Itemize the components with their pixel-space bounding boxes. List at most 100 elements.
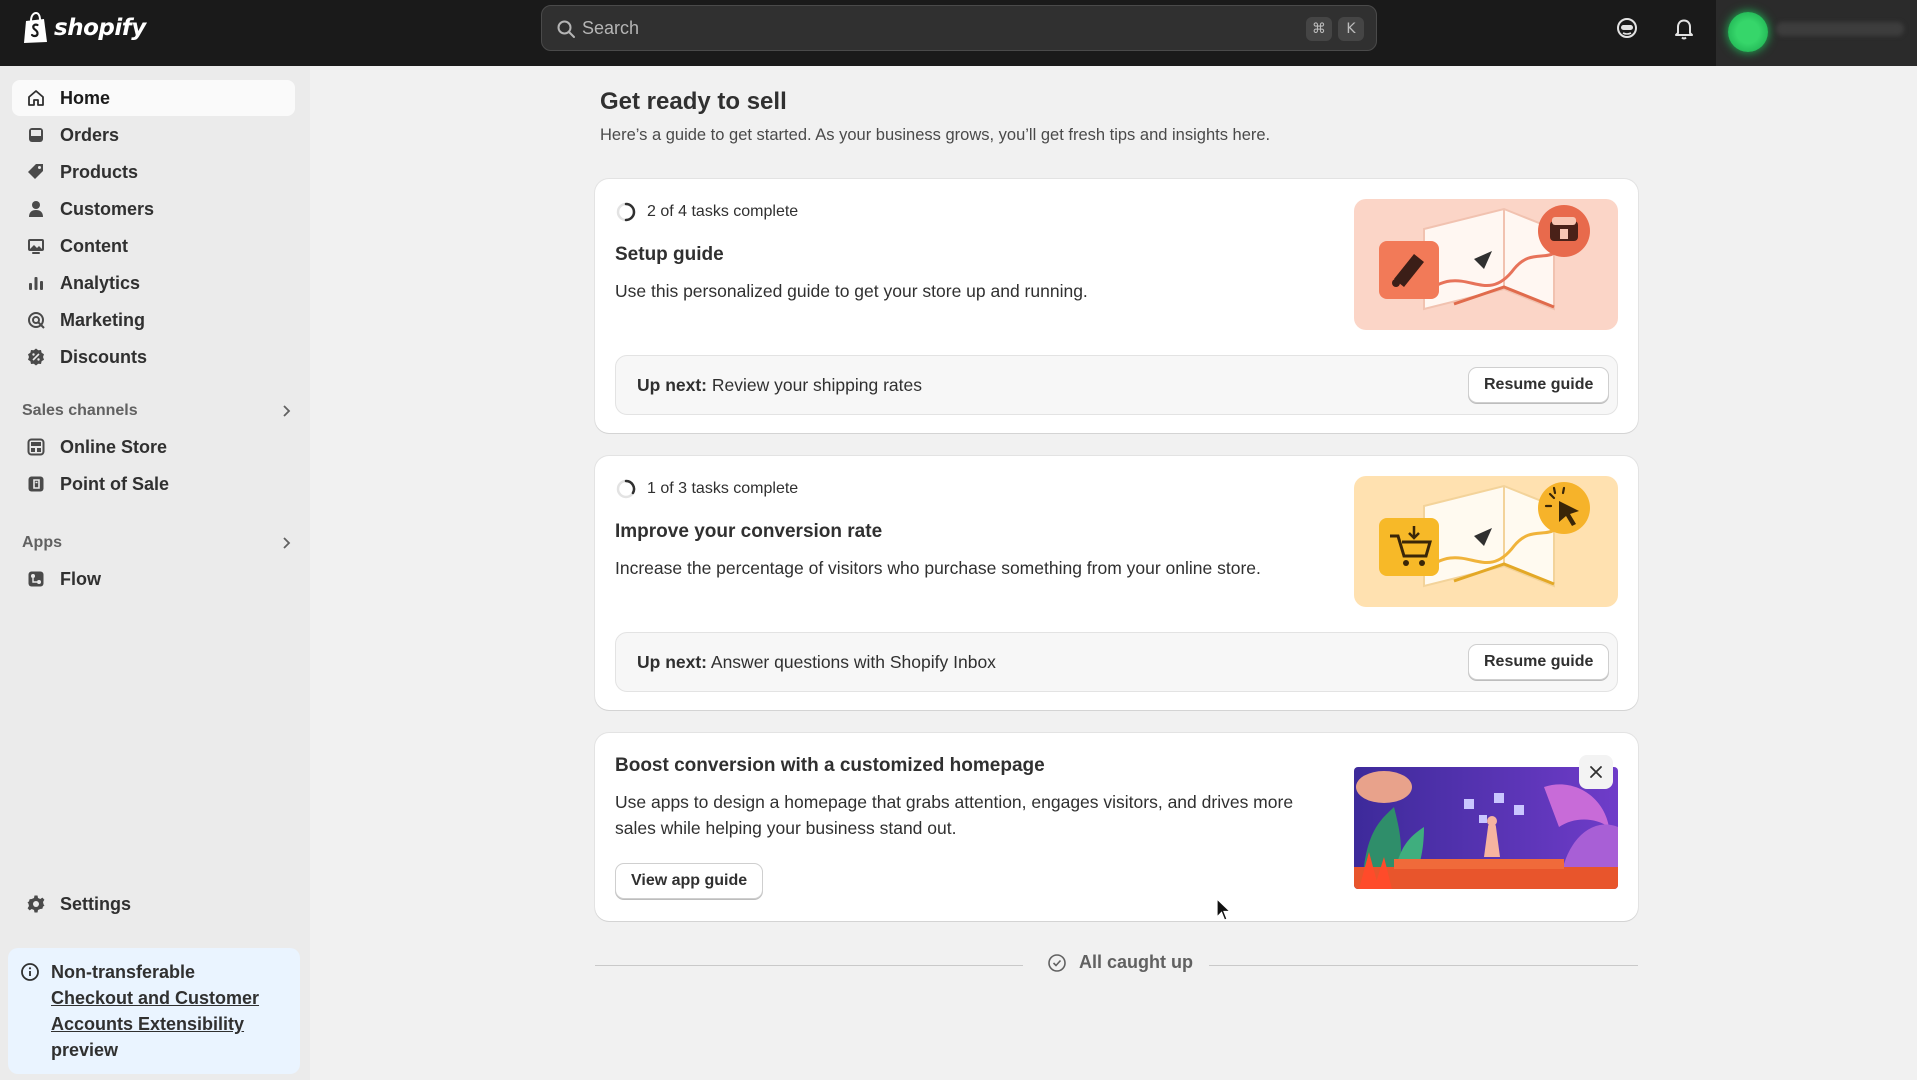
sidebar-item-label: Marketing: [60, 309, 146, 330]
top-bar: shopify ⌘ K: [0, 0, 1917, 66]
sales-channels-header[interactable]: Sales channels: [22, 399, 294, 423]
up-next-bar: Up next: Answer questions with Shopify I…: [615, 632, 1618, 692]
inbox-icon: [29, 128, 43, 142]
check-circle-icon: [1048, 953, 1066, 972]
caught-up-text: All caught up: [1079, 952, 1193, 972]
task-progress: 1 of 3 tasks complete: [615, 478, 798, 500]
sidebar-item-settings[interactable]: Settings: [12, 886, 295, 922]
up-next-task: Answer questions with Shopify Inbox: [710, 652, 996, 672]
sidebar-item-label: Online Store: [60, 436, 168, 457]
info-icon: [21, 963, 39, 981]
section-label: Sales channels: [22, 402, 138, 419]
divider: [1209, 965, 1638, 966]
tag-icon: [28, 164, 43, 179]
view-app-guide-button[interactable]: View app guide: [615, 863, 764, 899]
page-title: Get ready to sell: [600, 88, 787, 115]
notice-prefix: Non-transferable: [51, 962, 196, 982]
sidebar-item-products[interactable]: Products: [12, 154, 295, 190]
sidebar-item-home[interactable]: Home: [12, 80, 295, 116]
setup-guide-illustration: [1354, 199, 1618, 330]
sidekick-icon[interactable]: [1613, 14, 1641, 42]
sidebar-item-marketing[interactable]: Marketing: [12, 302, 295, 338]
homepage-illustration: [1354, 767, 1618, 889]
pos-icon: [28, 476, 44, 492]
sidebar-item-point-of-sale[interactable]: Point of Sale: [12, 466, 295, 502]
resume-guide-button[interactable]: Resume guide: [1468, 367, 1610, 403]
close-icon: [1590, 766, 1602, 778]
flow-icon: [28, 571, 44, 587]
all-caught-up: All caught up: [595, 950, 1638, 980]
sidebar-item-label: Content: [60, 235, 128, 256]
notice-text: Non-transferable Checkout and Customer A…: [51, 959, 291, 1063]
conversion-guide-card: 1 of 3 tasks complete Improve your conve…: [595, 456, 1638, 710]
up-next-text: Up next: Review your shipping rates: [637, 375, 922, 396]
logo-text: shopify: [54, 15, 146, 41]
bell-icon[interactable]: [1670, 14, 1698, 42]
divider: [595, 965, 1023, 966]
progress-text: 1 of 3 tasks complete: [647, 480, 799, 497]
search-icon: [557, 20, 575, 38]
sidebar-item-label: Orders: [60, 124, 120, 145]
preview-notice: Non-transferable Checkout and Customer A…: [8, 948, 300, 1074]
sidebar-item-label: Discounts: [60, 346, 148, 367]
sidebar-item-online-store[interactable]: Online Store: [12, 429, 295, 465]
chevron-right-icon: [283, 537, 291, 549]
section-label: Apps: [22, 534, 62, 551]
conversion-illustration: [1354, 476, 1618, 607]
chevron-right-icon: [283, 405, 291, 417]
notice-suffix: preview: [51, 1040, 119, 1060]
dismiss-button[interactable]: [1579, 755, 1613, 789]
sidebar-item-orders[interactable]: Orders: [12, 117, 295, 153]
gear-icon: [27, 895, 45, 913]
kbd-k: K: [1338, 17, 1364, 41]
shopify-logo[interactable]: shopify: [22, 12, 146, 44]
image-icon: [28, 239, 44, 254]
store-icon: [27, 438, 45, 456]
sidebar-item-label: Point of Sale: [60, 473, 170, 494]
sidebar: Home Orders Products Customers Content A…: [0, 66, 310, 1080]
progress-ring-icon: [616, 202, 636, 222]
up-next-label: Up next:: [637, 375, 707, 395]
card-title: Boost conversion with a customized homep…: [615, 755, 1045, 776]
search-input[interactable]: [582, 14, 1182, 42]
sidebar-item-label: Home: [60, 87, 111, 108]
discount-icon: [28, 348, 44, 366]
notice-link[interactable]: Checkout and Customer Accounts Extensibi…: [51, 988, 259, 1034]
up-next-bar: Up next: Review your shipping rates Resu…: [615, 355, 1618, 415]
kbd-cmd: ⌘: [1306, 17, 1332, 41]
sidebar-item-label: Analytics: [60, 272, 141, 293]
up-next-task: Review your shipping rates: [711, 375, 922, 395]
setup-guide-card: 2 of 4 tasks complete Setup guide Use th…: [595, 179, 1638, 433]
card-title: Improve your conversion rate: [615, 521, 883, 542]
progress-text: 2 of 4 tasks complete: [647, 203, 799, 220]
sidebar-item-label: Flow: [60, 568, 101, 589]
shopify-bag-icon: [24, 12, 47, 43]
sidebar-item-customers[interactable]: Customers: [12, 191, 295, 227]
progress-ring-icon: [616, 479, 636, 499]
search-bar[interactable]: ⌘ K: [541, 5, 1377, 51]
page-subtitle: Here’s a guide to get started. As your b…: [600, 126, 1271, 144]
homepage-promo-card: Boost conversion with a customized homep…: [595, 733, 1638, 921]
up-next-text: Up next: Answer questions with Shopify I…: [637, 652, 996, 673]
card-description: Use apps to design a homepage that grabs…: [615, 792, 1294, 838]
resume-guide-button[interactable]: Resume guide: [1468, 644, 1610, 680]
sidebar-item-discounts[interactable]: Discounts: [12, 339, 295, 375]
sidebar-item-analytics[interactable]: Analytics: [12, 265, 295, 301]
sidebar-item-label: Customers: [60, 198, 155, 219]
card-title: Setup guide: [615, 244, 724, 265]
up-next-label: Up next:: [637, 652, 707, 672]
target-icon: [28, 312, 45, 329]
home-icon: [28, 90, 44, 106]
person-icon: [29, 201, 43, 217]
sidebar-item-label: Settings: [60, 893, 132, 914]
sidebar-item-content[interactable]: Content: [12, 228, 295, 264]
caught-up-label: All caught up: [1047, 952, 1193, 973]
card-description: Increase the percentage of visitors who …: [615, 558, 1261, 578]
mouse-cursor-icon: [1216, 898, 1232, 921]
account-menu[interactable]: [1716, 0, 1917, 66]
sidebar-item-flow[interactable]: Flow: [12, 561, 295, 597]
account-name-redacted: [1776, 22, 1904, 36]
apps-header[interactable]: Apps: [22, 531, 294, 555]
sidebar-item-label: Products: [60, 161, 139, 182]
bar-chart-icon: [29, 277, 43, 290]
